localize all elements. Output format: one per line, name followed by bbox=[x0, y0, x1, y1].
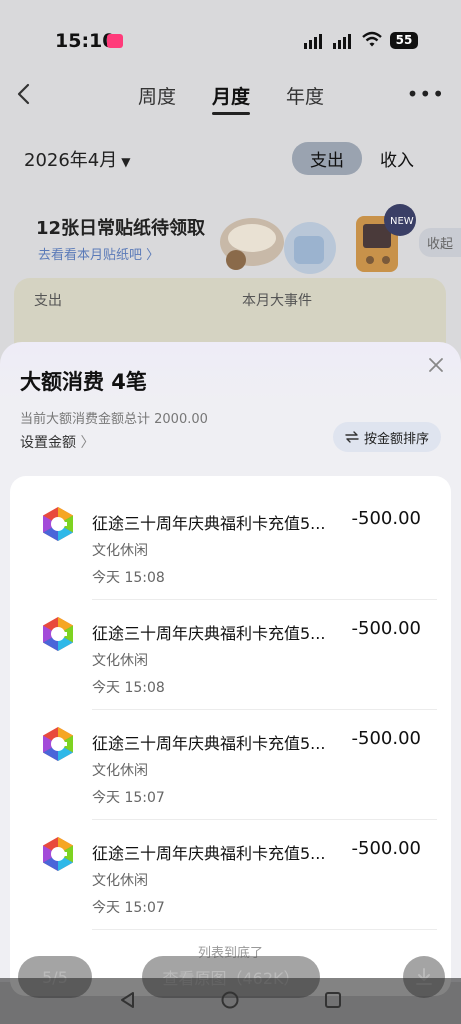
events-label: 本月大事件 bbox=[242, 293, 312, 309]
set-amount-link[interactable]: 设置金额 〉 bbox=[20, 432, 94, 452]
set-amount-label: 设置金额 bbox=[20, 435, 76, 451]
wifi-icon bbox=[362, 31, 382, 47]
total-amount-text: 当前大额消费金额总计 2000.00 bbox=[20, 412, 208, 427]
sort-label: 按金额排序 bbox=[363, 431, 429, 447]
item-time: 今天 15:08 bbox=[92, 680, 165, 696]
nav-recents-icon[interactable] bbox=[323, 990, 343, 1010]
signal-icon bbox=[304, 33, 322, 49]
sticker-illustration: NEW bbox=[220, 204, 416, 274]
item-time: 今天 15:07 bbox=[92, 900, 165, 916]
period-tabs: 周度 月度 年度 bbox=[138, 82, 324, 115]
item-category: 文化休闲 bbox=[92, 653, 148, 669]
list-item[interactable]: 征途三十周年庆典福利卡充值5... -500.00 文化休闲 今天 15:08 bbox=[10, 476, 451, 600]
list-item[interactable]: 征途三十周年庆典福利卡充值5... -500.00 文化休闲 今天 15:07 bbox=[10, 806, 451, 930]
month-picker[interactable]: 2026年4月 ▼ bbox=[24, 146, 131, 172]
item-name: 征途三十周年庆典福利卡充值5... bbox=[92, 844, 326, 863]
merchant-logo-icon bbox=[43, 507, 73, 541]
item-amount: -500.00 bbox=[351, 618, 421, 639]
system-nav-bar bbox=[0, 978, 461, 1024]
sticker-title: 12张日常贴纸待领取 bbox=[36, 218, 206, 239]
filter-bar: 2026年4月 ▼ 支出 收入 bbox=[0, 142, 461, 176]
app-notification-icon bbox=[107, 34, 123, 48]
sticker-link[interactable]: 去看看本月贴纸吧 〉 bbox=[38, 244, 159, 263]
merchant-logo-icon bbox=[43, 727, 73, 761]
screen: 15:10 55 周度 月度 年度 ••• 2026年4月 ▼ 支出 收入 12张… bbox=[0, 0, 461, 1024]
tab-year[interactable]: 年度 bbox=[286, 82, 324, 109]
signal-icon-2 bbox=[333, 33, 351, 49]
list-item[interactable]: 征途三十周年庆典福利卡充值5... -500.00 文化休闲 今天 15:07 bbox=[10, 696, 451, 820]
tab-month[interactable]: 月度 bbox=[212, 82, 251, 115]
item-amount: -500.00 bbox=[351, 838, 421, 859]
income-toggle[interactable]: 收入 bbox=[380, 142, 414, 175]
type-switch: 支出 收入 bbox=[292, 142, 414, 175]
new-badge: NEW bbox=[390, 216, 414, 227]
item-amount: -500.00 bbox=[351, 508, 421, 529]
swap-icon bbox=[345, 431, 359, 443]
item-category: 文化休闲 bbox=[92, 873, 148, 889]
nav-home-icon[interactable] bbox=[220, 990, 240, 1010]
item-name: 征途三十周年庆典福利卡充值5... bbox=[92, 734, 326, 753]
expense-label: 支出 bbox=[34, 293, 62, 309]
item-name: 征途三十周年庆典福利卡充值5... bbox=[92, 624, 326, 643]
top-bar: 周度 月度 年度 ••• bbox=[0, 78, 461, 115]
close-icon[interactable] bbox=[427, 356, 445, 374]
caret-down-icon: ▼ bbox=[121, 155, 131, 169]
item-time: 今天 15:08 bbox=[92, 570, 165, 586]
expense-toggle[interactable]: 支出 bbox=[292, 142, 362, 175]
battery-icon: 55 bbox=[390, 32, 418, 49]
sticker-banner[interactable]: 12张日常贴纸待领取 去看看本月贴纸吧 〉 NEW 收起 bbox=[0, 200, 461, 278]
sort-by-amount-button[interactable]: 按金额排序 bbox=[332, 422, 441, 452]
merchant-logo-icon bbox=[43, 837, 73, 871]
list-item[interactable]: 征途三十周年庆典福利卡充值5... -500.00 文化休闲 今天 15:08 bbox=[10, 586, 451, 710]
item-category: 文化休闲 bbox=[92, 763, 148, 779]
item-name: 征途三十周年庆典福利卡充值5... bbox=[92, 514, 326, 533]
month-label: 2026年4月 bbox=[24, 150, 118, 171]
more-icon[interactable]: ••• bbox=[407, 82, 445, 106]
collapse-button[interactable]: 收起 bbox=[418, 228, 461, 257]
back-arrow-icon[interactable] bbox=[14, 82, 36, 106]
status-bar: 15:10 55 bbox=[0, 22, 461, 62]
expense-list: 征途三十周年庆典福利卡充值5... -500.00 文化休闲 今天 15:08 bbox=[10, 476, 451, 996]
nav-back-icon[interactable] bbox=[118, 990, 138, 1010]
divider bbox=[92, 929, 437, 930]
item-category: 文化休闲 bbox=[92, 543, 148, 559]
item-time: 今天 15:07 bbox=[92, 790, 165, 806]
item-amount: -500.00 bbox=[351, 728, 421, 749]
merchant-logo-icon bbox=[43, 617, 73, 651]
chevron-right-icon: 〉 bbox=[80, 435, 95, 451]
tab-week[interactable]: 周度 bbox=[138, 82, 176, 109]
sheet-title: 大额消费 4笔 bbox=[20, 370, 147, 394]
large-expense-sheet: 大额消费 4笔 当前大额消费金额总计 2000.00 设置金额 〉 按金额排序 bbox=[0, 342, 461, 996]
